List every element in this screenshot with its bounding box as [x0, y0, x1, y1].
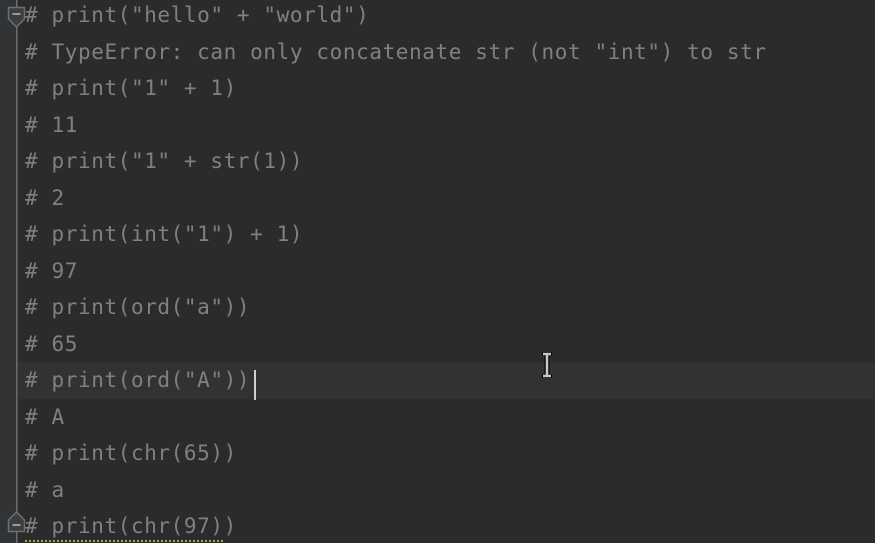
weak-warning-underline	[25, 539, 225, 542]
code-editor-window[interactable]: # print("hello" + "world") # TypeError: c…	[0, 0, 875, 543]
editor-gutter[interactable]	[0, 0, 17, 543]
code-line[interactable]: # 65	[0, 326, 875, 363]
text-caret	[254, 370, 256, 400]
code-line[interactable]: # print(int("1") + 1)	[0, 216, 875, 253]
code-line[interactable]: # a	[0, 472, 875, 509]
code-line[interactable]: # print(chr(97))	[0, 508, 875, 543]
code-line[interactable]: # print(chr(65))	[0, 435, 875, 472]
code-line[interactable]: # 97	[0, 253, 875, 290]
code-text-area[interactable]: # print("hello" + "world") # TypeError: c…	[0, 0, 875, 543]
code-line[interactable]: # print(ord("a"))	[0, 289, 875, 326]
code-line[interactable]: # 11	[0, 107, 875, 144]
code-line[interactable]: # print("hello" + "world")	[0, 0, 875, 34]
code-line[interactable]: # A	[0, 399, 875, 436]
gutter-border	[17, 0, 18, 543]
fold-collapse-marker-end[interactable]	[7, 510, 26, 533]
code-line[interactable]: # print(ord("A"))	[0, 362, 875, 399]
code-line[interactable]: # print("1" + str(1))	[0, 143, 875, 180]
fold-collapse-marker[interactable]	[7, 6, 26, 29]
code-line[interactable]: # print("1" + 1)	[0, 70, 875, 107]
fold-region-guide-line	[16, 0, 17, 543]
code-line[interactable]: # 2	[0, 180, 875, 217]
code-line[interactable]: # TypeError: can only concatenate str (n…	[0, 34, 875, 71]
